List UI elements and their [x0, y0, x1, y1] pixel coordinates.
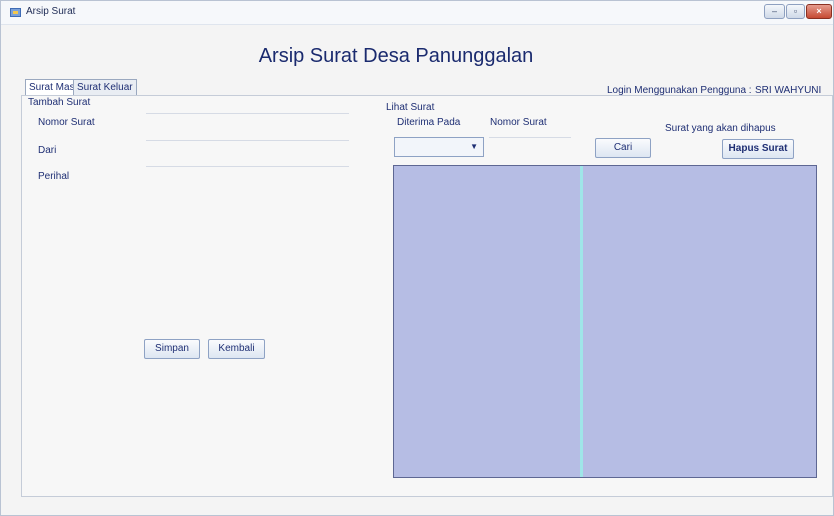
kembali-button[interactable]: Kembali [208, 339, 265, 359]
close-button[interactable]: × [806, 4, 832, 19]
nomor-surat-input[interactable] [146, 113, 349, 114]
lihat-surat-heading: Lihat Surat [386, 102, 435, 113]
perihal-label: Perihal [38, 171, 70, 182]
nomor-surat-label: Nomor Surat [38, 117, 95, 128]
dari-input[interactable] [146, 140, 349, 141]
title-bar: Arsip Surat – ▫ × [1, 1, 833, 25]
hapus-surat-button[interactable]: Hapus Surat [722, 139, 794, 159]
cari-button[interactable]: Cari [595, 138, 651, 158]
minimize-button[interactable]: – [764, 4, 785, 19]
chevron-down-icon: ▼ [470, 142, 478, 151]
diterima-pada-dropdown[interactable]: ▼ [394, 137, 484, 157]
app-window-icon [10, 8, 21, 17]
nomor-surat-search-input[interactable] [489, 137, 571, 138]
tambah-surat-heading: Tambah Surat [28, 97, 91, 108]
nomor-surat-search-label: Nomor Surat [490, 117, 547, 128]
surat-data-grid[interactable] [393, 165, 817, 478]
simpan-button[interactable]: Simpan [144, 339, 200, 359]
dari-label: Dari [38, 145, 57, 156]
window-title: Arsip Surat [26, 6, 76, 17]
hapus-caption: Surat yang akan dihapus [665, 123, 776, 134]
diterima-pada-label: Diterima Pada [397, 117, 461, 128]
maximize-button[interactable]: ▫ [786, 4, 805, 19]
tab-surat-keluar[interactable]: Surat Keluar [73, 79, 137, 95]
page-title: Arsip Surat Desa Panunggalan [258, 45, 534, 67]
app-window: Arsip Surat – ▫ × Arsip Surat Desa Panun… [0, 0, 834, 516]
perihal-input[interactable] [146, 166, 349, 167]
grid-column-divider[interactable] [580, 166, 583, 477]
